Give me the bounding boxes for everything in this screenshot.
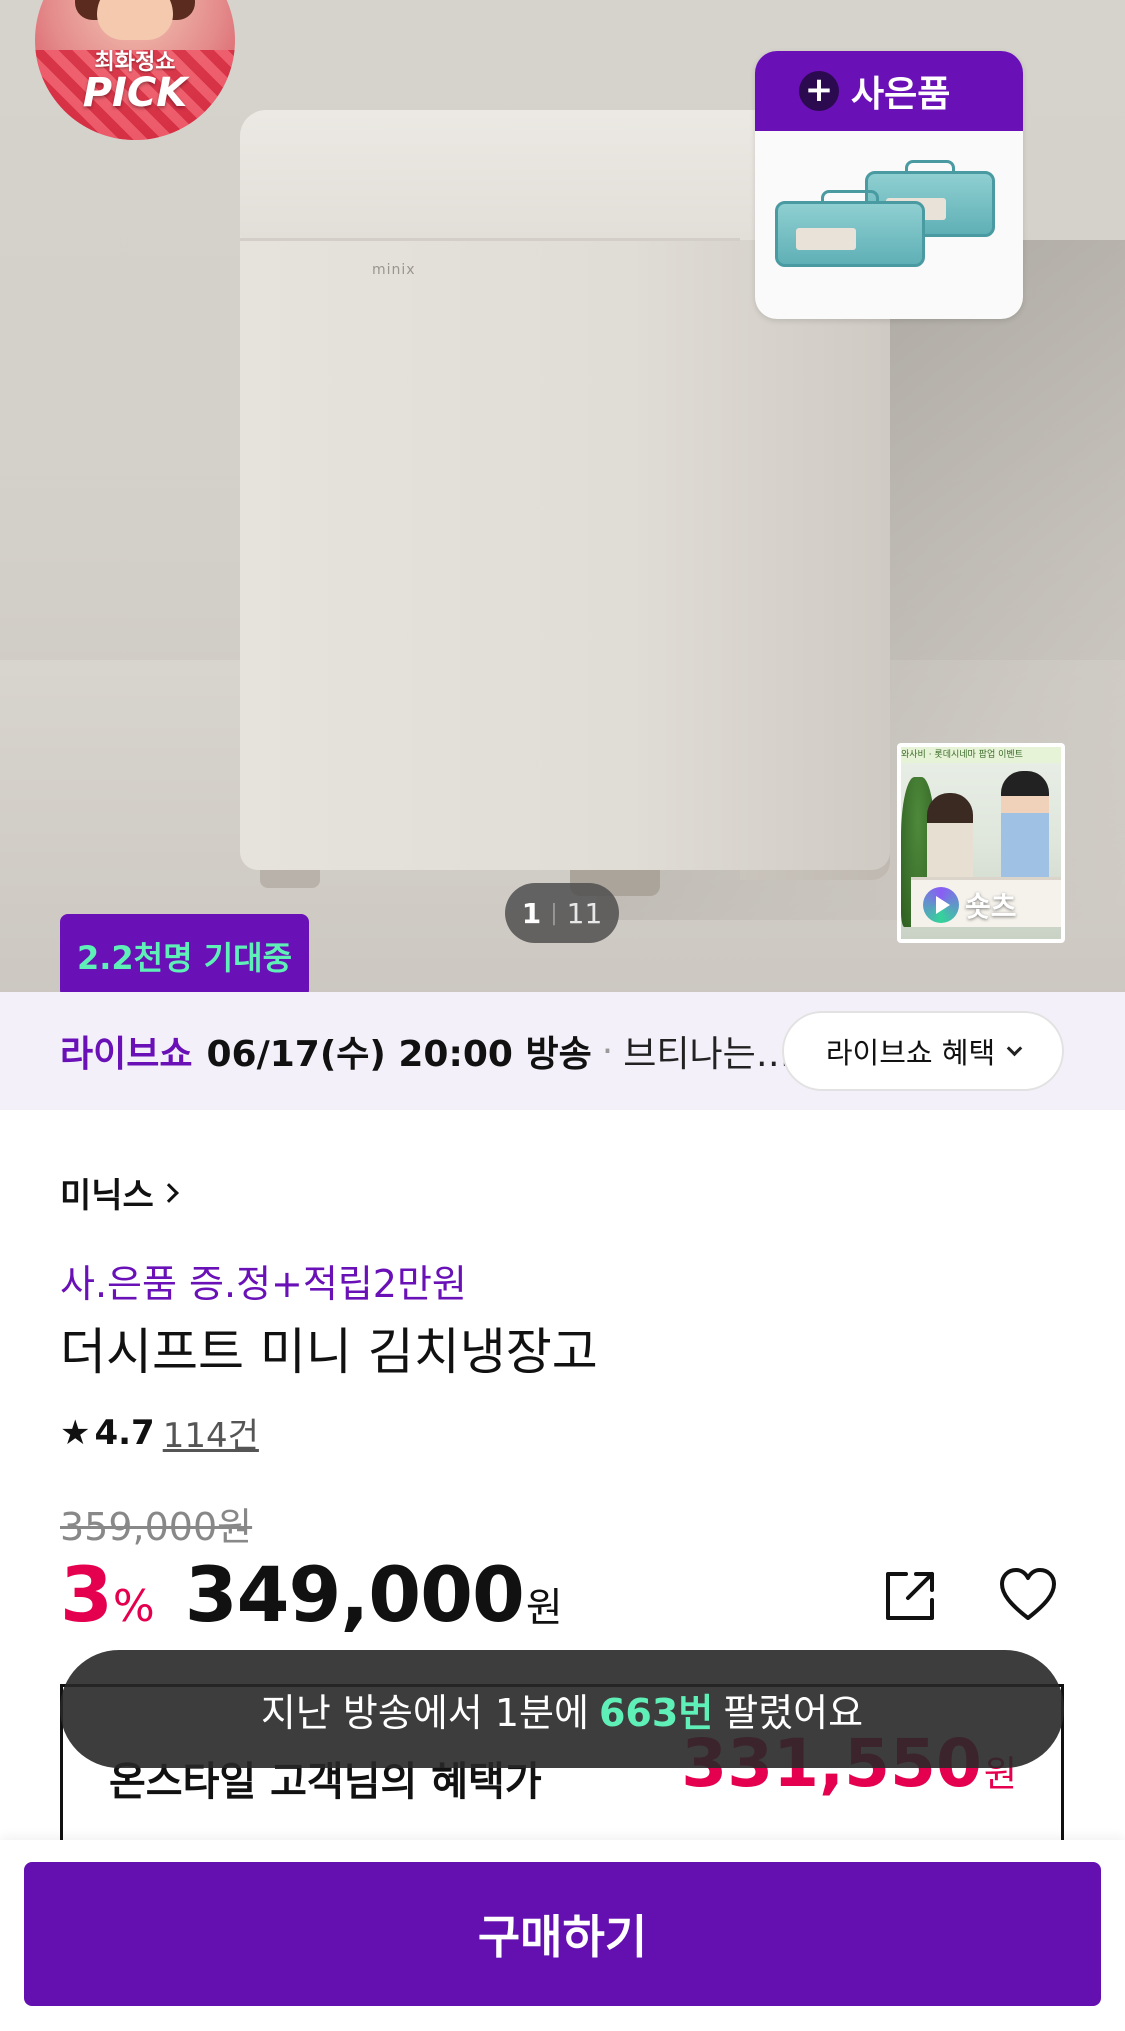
fridge-foot <box>260 870 320 888</box>
pick-badge-line2: PICK <box>82 70 188 116</box>
sale-price: 349,000 <box>184 1550 525 1639</box>
live-show-dot: · <box>601 1030 614 1072</box>
live-benefit-label: 라이브쇼 혜택 <box>825 1036 996 1070</box>
review-count-link[interactable]: 114건 <box>163 1408 259 1457</box>
play-icon <box>923 887 959 923</box>
shorts-label: 숏츠 <box>923 885 1017 925</box>
discount-rate: 3 <box>60 1550 113 1639</box>
live-show-label: 라이브쇼 <box>60 1034 193 1075</box>
brand-link[interactable]: 미닉스 <box>60 1168 179 1217</box>
heart-icon <box>1000 1568 1056 1620</box>
shorts-banner: 와사비 · 롯데시네마 팝업 이벤트 <box>901 747 1061 763</box>
shorts-label-text: 숏츠 <box>965 890 1017 923</box>
gift-container-image <box>775 190 925 267</box>
promo-text: 사.은품 증.정+적립2만원 <box>60 1262 467 1306</box>
live-show-description: 브티나는 … <box>623 1034 794 1075</box>
image-counter-current: 1 <box>521 896 542 930</box>
rating-summary[interactable]: ★ 4.7 114건 <box>60 1408 259 1457</box>
toast-prefix: 지난 방송에서 1분에 <box>260 1690 589 1735</box>
fridge-seam <box>240 238 740 241</box>
plus-icon: + <box>799 71 839 111</box>
brand-name: 미닉스 <box>60 1176 154 1216</box>
bottom-action-bar: 구매하기 <box>0 1840 1125 2031</box>
image-counter: 1 | 11 <box>505 883 619 943</box>
gift-card[interactable]: + 사은품 <box>755 51 1023 319</box>
rating-score: 4.7 <box>94 1412 155 1453</box>
shorts-video-frame: 와사비 · 롯데시네마 팝업 이벤트 숏츠 <box>901 747 1061 939</box>
original-price: 359,000원 <box>60 1505 253 1549</box>
live-benefit-button[interactable]: 라이브쇼 혜택 <box>782 1011 1064 1091</box>
currency-unit: 원 <box>525 1585 563 1631</box>
sale-price-row: 3 % 349,000 원 <box>60 1550 563 1639</box>
gift-card-title: 사은품 <box>851 74 951 115</box>
toast-suffix: 팔렸어요 <box>723 1690 864 1735</box>
live-show-schedule: 06/17(수) 20:00 방송 <box>206 1034 592 1075</box>
image-counter-separator: | <box>550 900 558 926</box>
chevron-down-icon <box>1006 1040 1023 1056</box>
share-icon <box>886 1572 934 1620</box>
star-icon: ★ <box>60 1412 91 1453</box>
product-title: 더시프트 미니 김치냉장고 <box>60 1323 598 1381</box>
discount-unit: % <box>112 1581 155 1632</box>
chevron-right-icon <box>158 1182 179 1203</box>
toast-highlight: 663번 <box>598 1690 714 1735</box>
product-image-carousel[interactable]: minix 최화정쇼 PICK + 사은품 1 | 11 와사비 · 롯데시네마… <box>0 0 1125 992</box>
fridge-body <box>240 230 890 870</box>
shorts-thumbnail[interactable]: 와사비 · 롯데시네마 팝업 이벤트 숏츠 <box>897 743 1065 943</box>
buy-button[interactable]: 구매하기 <box>24 1862 1101 2006</box>
share-button[interactable] <box>878 1564 942 1628</box>
like-button[interactable] <box>996 1564 1060 1628</box>
host-face <box>97 0 173 40</box>
live-show-info: 라이브쇼 06/17(수) 20:00 방송 · 브티나는 … <box>60 992 793 1110</box>
expect-count-badge: 2.2천명 기대중 <box>60 914 309 992</box>
fridge-brand-mark: minix <box>372 262 416 278</box>
image-counter-total: 11 <box>566 896 603 930</box>
sales-toast: 지난 방송에서 1분에 663번 팔렸어요 <box>60 1650 1064 1768</box>
gift-card-header: + 사은품 <box>755 51 1023 131</box>
host-pick-badge: 최화정쇼 PICK <box>35 0 235 140</box>
